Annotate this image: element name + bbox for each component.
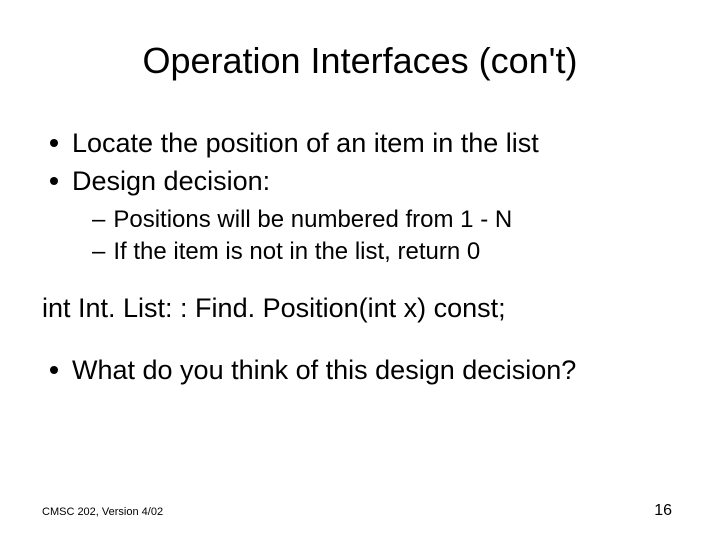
code-line: int Int. List: : Find. Position(int x) c… bbox=[42, 293, 680, 324]
sub-text: Positions will be numbered from 1 - N bbox=[113, 205, 512, 235]
sub-item: – Positions will be numbered from 1 - N bbox=[92, 205, 680, 235]
slide-title: Operation Interfaces (con't) bbox=[40, 40, 680, 82]
dash-icon: – bbox=[92, 205, 105, 235]
bullet-icon bbox=[50, 139, 58, 147]
sub-list: – Positions will be numbered from 1 - N … bbox=[92, 205, 680, 267]
sub-item: – If the item is not in the list, return… bbox=[92, 237, 680, 267]
bullet-item: What do you think of this design decisio… bbox=[50, 354, 680, 388]
bullet-icon bbox=[50, 366, 58, 374]
bullet-list: Locate the position of an item in the li… bbox=[50, 127, 680, 267]
bullet-text: What do you think of this design decisio… bbox=[72, 354, 680, 388]
page-number: 16 bbox=[654, 502, 672, 520]
bullet-text: Locate the position of an item in the li… bbox=[72, 127, 680, 161]
bullet-icon bbox=[50, 177, 58, 185]
dash-icon: – bbox=[92, 237, 105, 267]
bullet-text: Design decision: bbox=[72, 165, 680, 199]
footer-left: CMSC 202, Version 4/02 bbox=[42, 506, 163, 518]
slide: Operation Interfaces (con't) Locate the … bbox=[0, 0, 720, 540]
bullet-item: Design decision: bbox=[50, 165, 680, 199]
bullet-item: Locate the position of an item in the li… bbox=[50, 127, 680, 161]
sub-text: If the item is not in the list, return 0 bbox=[113, 237, 480, 267]
bullet-list-2: What do you think of this design decisio… bbox=[50, 354, 680, 388]
